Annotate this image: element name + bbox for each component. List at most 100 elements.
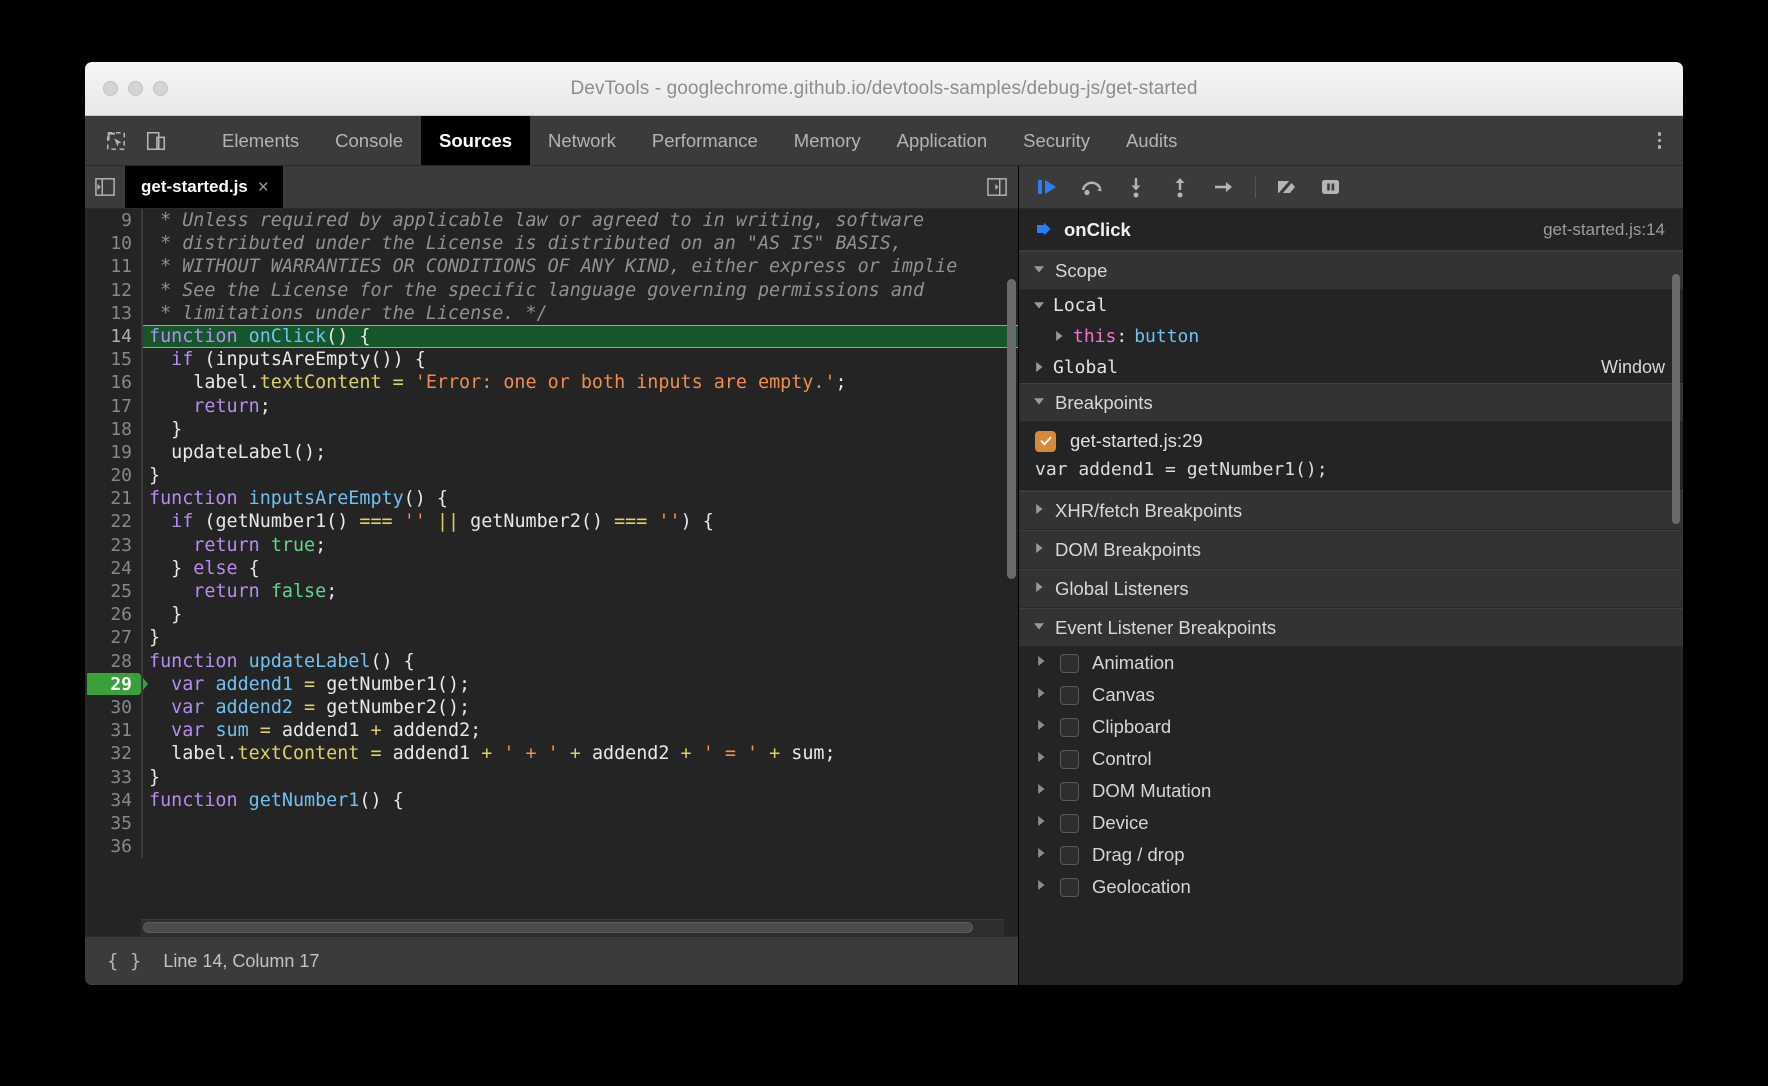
line-number[interactable]: 25 xyxy=(85,580,141,603)
code-editor[interactable]: 9 * Unless required by applicable law or… xyxy=(85,209,1018,936)
line-number[interactable]: 24 xyxy=(85,557,141,580)
code-line-14[interactable]: 14function onClick() { xyxy=(85,325,1018,348)
line-number[interactable]: 23 xyxy=(85,534,141,557)
resume-icon[interactable] xyxy=(1033,172,1063,202)
tab-audits[interactable]: Audits xyxy=(1108,116,1195,165)
code-line-16[interactable]: 16 label.textContent = 'Error: one or bo… xyxy=(85,371,1018,394)
chevron-right-icon[interactable] xyxy=(1035,654,1047,672)
event-listener-checkbox[interactable] xyxy=(1060,814,1079,833)
scope-section-header[interactable]: Scope xyxy=(1019,251,1683,290)
code-line-23[interactable]: 23 return true; xyxy=(85,534,1018,557)
tab-sources[interactable]: Sources xyxy=(421,116,530,165)
tab-elements[interactable]: Elements xyxy=(204,116,317,165)
editor-horizontal-scrollbar[interactable] xyxy=(141,919,1004,936)
code-line-35[interactable]: 35 xyxy=(85,812,1018,835)
event-listener-checkbox[interactable] xyxy=(1060,654,1079,673)
line-number[interactable]: 9 xyxy=(85,209,141,232)
event-listener-checkbox[interactable] xyxy=(1060,718,1079,737)
event-listener-row[interactable]: Device xyxy=(1019,807,1683,839)
line-number[interactable]: 27 xyxy=(85,626,141,649)
chevron-right-icon[interactable] xyxy=(1035,686,1047,704)
show-navigator-icon[interactable] xyxy=(85,166,125,208)
line-number[interactable]: 13 xyxy=(85,302,141,325)
line-number[interactable]: 18 xyxy=(85,418,141,441)
breakpoint-checkbox[interactable] xyxy=(1035,431,1056,452)
tab-console[interactable]: Console xyxy=(317,116,421,165)
line-number[interactable]: 17 xyxy=(85,395,141,418)
line-number[interactable]: 31 xyxy=(85,719,141,742)
line-number[interactable]: 30 xyxy=(85,696,141,719)
code-line-19[interactable]: 19 updateLabel(); xyxy=(85,441,1018,464)
event-listener-row[interactable]: Drag / drop xyxy=(1019,839,1683,871)
device-toolbar-icon[interactable] xyxy=(143,128,169,154)
code-line-10[interactable]: 10 * distributed under the License is di… xyxy=(85,232,1018,255)
tab-performance[interactable]: Performance xyxy=(634,116,776,165)
chevron-right-icon[interactable] xyxy=(1033,357,1045,378)
code-line-13[interactable]: 13 * limitations under the License. */ xyxy=(85,302,1018,325)
debugger-vertical-scrollbar[interactable] xyxy=(1670,208,1682,985)
event-listener-row[interactable]: DOM Mutation xyxy=(1019,775,1683,807)
minimize-window-button[interactable] xyxy=(128,81,143,96)
line-number[interactable]: 14 xyxy=(85,325,141,348)
code-line-29[interactable]: 29 var addend1 = getNumber1(); xyxy=(85,673,1018,696)
event-listener-checkbox[interactable] xyxy=(1060,782,1079,801)
code-line-12[interactable]: 12 * See the License for the specific la… xyxy=(85,279,1018,302)
code-line-30[interactable]: 30 var addend2 = getNumber2(); xyxy=(85,696,1018,719)
code-line-25[interactable]: 25 return false; xyxy=(85,580,1018,603)
pause-on-exceptions-icon[interactable] xyxy=(1316,172,1346,202)
chevron-right-icon[interactable] xyxy=(1053,326,1065,347)
scope-this-row[interactable]: this : button xyxy=(1019,321,1683,352)
line-number[interactable]: 36 xyxy=(85,835,141,858)
breakpoints-section-header[interactable]: Breakpoints xyxy=(1019,383,1683,422)
event-listener-checkbox[interactable] xyxy=(1060,878,1079,897)
line-number[interactable]: 26 xyxy=(85,603,141,626)
editor-hscroll-thumb[interactable] xyxy=(143,922,973,933)
code-line-11[interactable]: 11 * WITHOUT WARRANTIES OR CONDITIONS OF… xyxy=(85,255,1018,278)
line-number[interactable]: 15 xyxy=(85,348,141,371)
global-listeners-section-header[interactable]: Global Listeners xyxy=(1019,569,1683,608)
close-icon[interactable]: × xyxy=(258,178,269,197)
line-number[interactable]: 10 xyxy=(85,232,141,255)
tab-memory[interactable]: Memory xyxy=(776,116,879,165)
code-line-32[interactable]: 32 label.textContent = addend1 + ' + ' +… xyxy=(85,742,1018,765)
code-line-17[interactable]: 17 return; xyxy=(85,395,1018,418)
code-line-22[interactable]: 22 if (getNumber1() === '' || getNumber2… xyxy=(85,510,1018,533)
line-number[interactable]: 12 xyxy=(85,279,141,302)
chevron-right-icon[interactable] xyxy=(1035,750,1047,768)
debugger-vscroll-thumb[interactable] xyxy=(1672,274,1680,524)
line-number[interactable]: 29 xyxy=(85,673,141,696)
editor-vscroll-thumb[interactable] xyxy=(1007,279,1016,579)
more-options-icon[interactable] xyxy=(1652,124,1668,157)
deactivate-breakpoints-icon[interactable] xyxy=(1272,172,1302,202)
line-number[interactable]: 21 xyxy=(85,487,141,510)
event-listener-checkbox[interactable] xyxy=(1060,846,1079,865)
line-number[interactable]: 19 xyxy=(85,441,141,464)
line-number[interactable]: 22 xyxy=(85,510,141,533)
code-line-36[interactable]: 36 xyxy=(85,835,1018,858)
line-number[interactable]: 20 xyxy=(85,464,141,487)
event-listener-breakpoints-section-header[interactable]: Event Listener Breakpoints xyxy=(1019,608,1683,647)
event-listener-row[interactable]: Control xyxy=(1019,743,1683,775)
event-listener-checkbox[interactable] xyxy=(1060,686,1079,705)
show-debugger-icon[interactable] xyxy=(976,166,1018,208)
xhr-breakpoints-section-header[interactable]: XHR/fetch Breakpoints xyxy=(1019,491,1683,530)
code-line-31[interactable]: 31 var sum = addend1 + addend2; xyxy=(85,719,1018,742)
close-window-button[interactable] xyxy=(103,81,118,96)
pretty-print-icon[interactable]: { } xyxy=(107,950,141,972)
line-number[interactable]: 28 xyxy=(85,650,141,673)
tab-security[interactable]: Security xyxy=(1005,116,1108,165)
line-number[interactable]: 16 xyxy=(85,371,141,394)
code-line-21[interactable]: 21function inputsAreEmpty() { xyxy=(85,487,1018,510)
step-out-icon[interactable] xyxy=(1165,172,1195,202)
line-number[interactable]: 33 xyxy=(85,766,141,789)
chevron-right-icon[interactable] xyxy=(1035,782,1047,800)
event-listener-checkbox[interactable] xyxy=(1060,750,1079,769)
code-line-24[interactable]: 24 } else { xyxy=(85,557,1018,580)
code-line-9[interactable]: 9 * Unless required by applicable law or… xyxy=(85,209,1018,232)
line-number[interactable]: 11 xyxy=(85,255,141,278)
line-number[interactable]: 34 xyxy=(85,789,141,812)
maximize-window-button[interactable] xyxy=(153,81,168,96)
step-into-icon[interactable] xyxy=(1121,172,1151,202)
scope-global-row[interactable]: Global Window xyxy=(1019,352,1683,383)
file-tab-get-started-js[interactable]: get-started.js × xyxy=(125,166,283,208)
